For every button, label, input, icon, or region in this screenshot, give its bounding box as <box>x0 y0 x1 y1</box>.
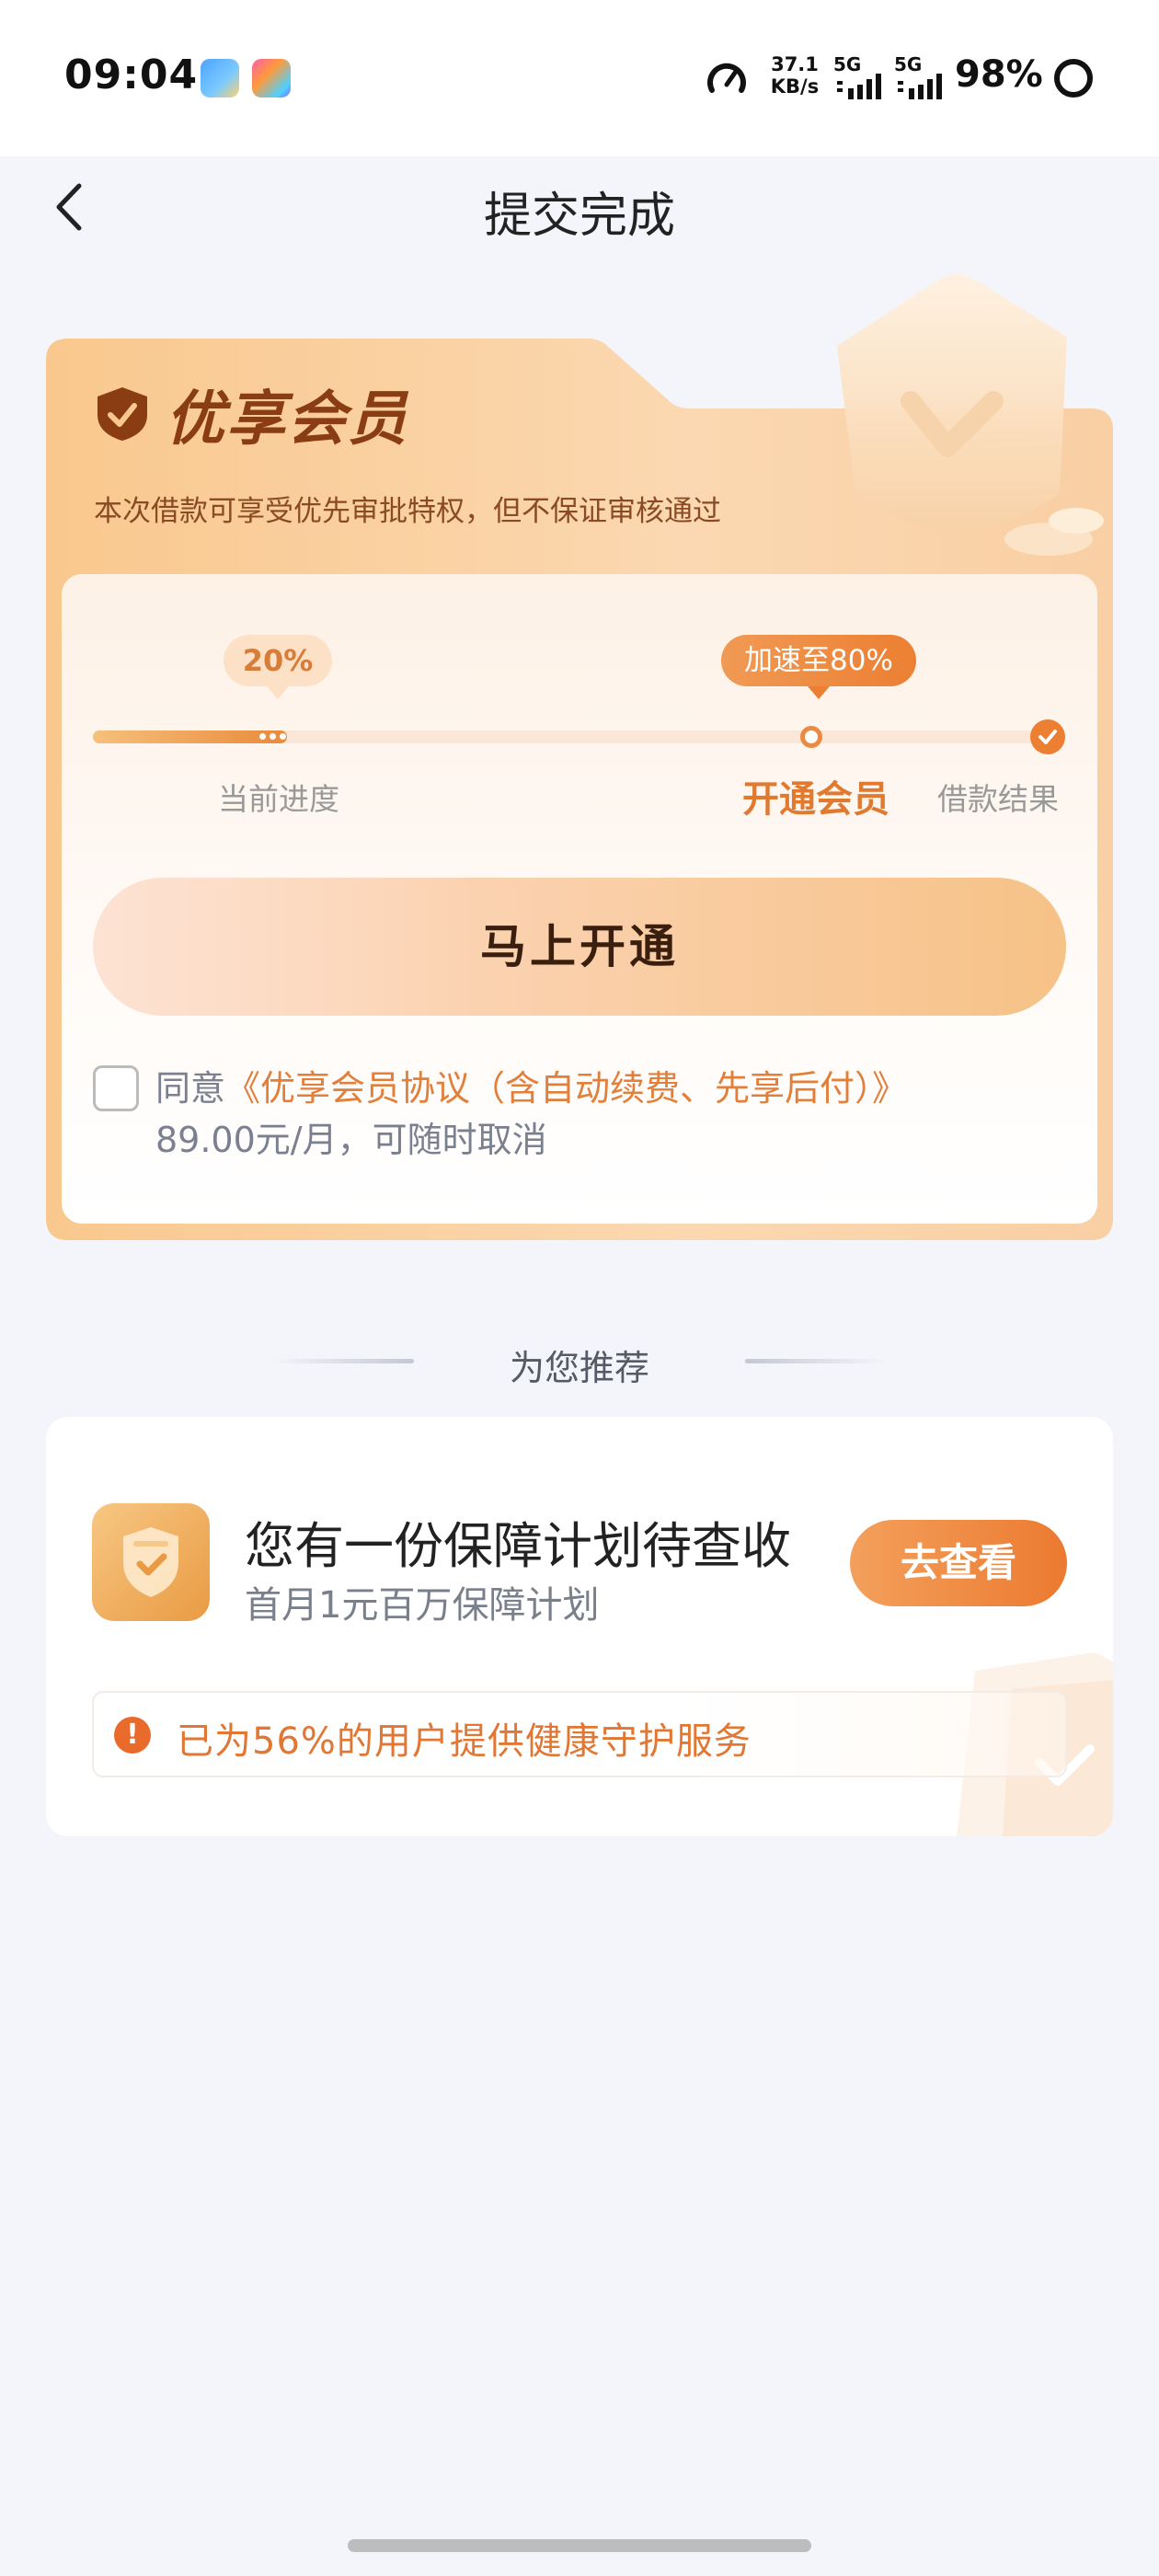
signal-2-label: 5G <box>894 53 923 75</box>
battery-ring-icon <box>1054 59 1093 98</box>
net-speed-unit: KB/s <box>770 75 820 98</box>
member-subtitle: 本次借款可享受优先审批特权，但不保证审核通过 <box>94 495 721 528</box>
net-speed: 37.1 KB/s <box>767 53 822 98</box>
battery-level: 98% <box>955 53 1043 96</box>
net-speed-value: 37.1 <box>771 53 819 75</box>
agreement-prefix: 同意 <box>155 1068 226 1109</box>
app-icon-1 <box>201 59 239 98</box>
current-progress-tooltip: 20% <box>224 635 332 699</box>
boost-tooltip: 加速至80% <box>721 635 916 699</box>
step-label-current: 当前进度 <box>218 781 339 817</box>
check-icon <box>1039 730 1057 744</box>
shield-check-icon <box>123 1527 178 1597</box>
member-progress-panel: 20% 加速至80% 当前进度 开通会员 借款结果 马上开通 同意《优享会员协议… <box>62 574 1097 1224</box>
signal-2: 5G <box>894 53 949 101</box>
view-button[interactable]: 去查看 <box>850 1520 1067 1606</box>
section-divider-right <box>745 1359 887 1363</box>
recommend-title: 您有一份保障计划待查收 <box>245 1517 791 1575</box>
shield-check-icon <box>98 387 147 441</box>
step-label-open-member: 开通会员 <box>742 778 889 821</box>
shield-plan-icon <box>92 1503 210 1621</box>
home-indicator[interactable] <box>348 2539 811 2552</box>
signal-icon <box>837 74 881 99</box>
open-now-button[interactable]: 马上开通 <box>93 878 1066 1016</box>
agreement-link[interactable]: 《优享会员协议（含自动续费、先享后付）》 <box>225 1068 907 1109</box>
progress-track <box>93 730 1064 743</box>
recommend-subtitle: 首月1元百万保障计划 <box>245 1584 600 1627</box>
app-icon-2 <box>252 59 291 98</box>
alert-icon: ! <box>114 1717 151 1754</box>
section-title: 为您推荐 <box>509 1348 649 1388</box>
signal-icon <box>898 74 942 99</box>
member-card: 优享会员 本次借款可享受优先审批特权，但不保证审核通过 20% 加速至80% 当… <box>46 272 1113 1240</box>
step-label-result: 借款结果 <box>937 781 1059 817</box>
page-title: 提交完成 <box>483 189 675 244</box>
progress-node-result <box>1030 719 1065 754</box>
signal-1: 5G <box>833 53 889 101</box>
status-time: 09:04 <box>64 52 199 98</box>
member-title: 优享会员 <box>92 377 408 454</box>
speedometer-icon <box>707 63 746 93</box>
member-title-text: 优享会员 <box>166 385 408 454</box>
recommend-notice: ! 已为56%的用户提供健康守护服务 <box>92 1691 1067 1777</box>
status-bar: 09:04 37.1 KB/s 5G 5G 98% <box>0 0 1159 156</box>
progress-node-open-member <box>800 726 822 748</box>
notice-text: 已为56%的用户提供健康守护服务 <box>177 1720 752 1763</box>
agreement-text: 同意《优享会员协议（含自动续费、先享后付）》 <box>155 1060 907 1110</box>
signal-1-label: 5G <box>833 53 862 75</box>
agreement-price: 89.00元/月，可随时取消 <box>155 1120 547 1160</box>
recommend-card[interactable]: 您有一份保障计划待查收 首月1元百万保障计划 去查看 ! 已为56%的用户提供健… <box>46 1417 1113 1836</box>
crown-decoration-icon <box>837 272 1104 556</box>
progress-fill <box>93 730 287 743</box>
agreement-checkbox[interactable] <box>93 1065 139 1111</box>
progress-fill-dots <box>259 733 286 741</box>
